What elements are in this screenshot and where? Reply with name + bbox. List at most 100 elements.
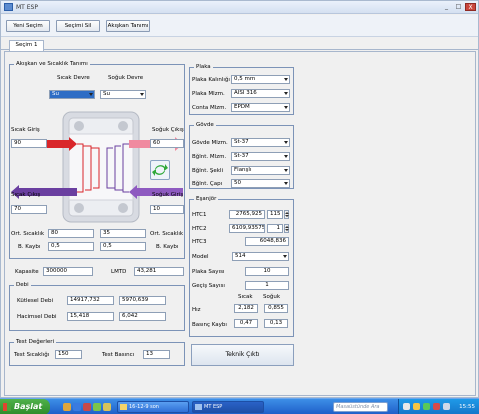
htc1-spinner[interactable] (284, 210, 289, 219)
velocity-cold-field: 0,855 (264, 304, 288, 313)
pressure-drop-cold-field: 0,13 (264, 319, 288, 328)
connection-material-select[interactable]: St-37 (231, 152, 290, 161)
pressure-loss-hot-field[interactable]: 0,5 (48, 242, 94, 251)
main-window: MT ESP _ □ X Yeni Seçim Seçimi Sil Akışk… (0, 0, 479, 398)
avg-hot-field: 80 (48, 229, 94, 238)
htc2-spinner[interactable] (284, 224, 289, 233)
connection-material-value: St-37 (234, 153, 249, 159)
body-material-label: Gövde Mlzm. (192, 140, 228, 146)
mass-flow-label: Kütlesel Debi (17, 298, 54, 304)
quicklaunch-media-icon[interactable] (83, 403, 91, 411)
quicklaunch-explorer-icon[interactable] (103, 403, 111, 411)
tray-network-icon[interactable] (403, 403, 410, 410)
mass-flow-cold-field: 5970,639 (119, 296, 166, 305)
taskbar-item-folder[interactable]: 16-12-9 son (117, 401, 189, 413)
chevron-down-icon (284, 182, 288, 185)
test-pressure-field[interactable]: 13 (143, 350, 170, 359)
hot-outlet-label: Sıcak Çıkış (11, 192, 41, 198)
connection-diameter-select[interactable]: 50 (231, 179, 290, 188)
hot-inlet-field[interactable]: 90 (11, 139, 47, 148)
port-bottom-right (118, 203, 128, 213)
gasket-material-select[interactable]: EPDM (231, 103, 290, 112)
exchanger-group-title: Eşanjör (194, 195, 219, 203)
capacity-label: Kapasite (15, 269, 39, 275)
hot-circuit-label: Sıcak Devre (57, 75, 90, 81)
swap-button[interactable] (150, 160, 170, 180)
quicklaunch-firefox-icon[interactable] (63, 403, 71, 411)
connection-type-select[interactable]: Flanşlı (231, 166, 290, 175)
chevron-down-icon (284, 155, 288, 158)
htc3-field: 6048,836 (245, 237, 289, 246)
fluid-definition-button[interactable]: Akışkan Tanımı (106, 20, 150, 32)
connection-type-value: Flanşlı (234, 167, 252, 173)
tray-antivirus-icon[interactable] (423, 403, 430, 410)
app-window-icon (195, 404, 202, 410)
tab-selection-1[interactable]: Seçim 1 (9, 40, 44, 51)
fluid-group-title: Akışkan ve Sıcaklık Tanımı (14, 60, 90, 68)
tray-volume-icon[interactable] (443, 403, 450, 410)
desktop-search-input[interactable]: Masaüstünde Ara (333, 402, 388, 412)
plate-thickness-value: 0,5 mm (234, 76, 256, 82)
cold-outlet-label: Soğuk Çıkış (152, 127, 184, 133)
hot-outlet-field[interactable]: 70 (11, 205, 47, 214)
tray-shield-icon[interactable] (413, 403, 420, 410)
quicklaunch-ie-icon[interactable] (73, 403, 81, 411)
start-button[interactable]: Başlat (0, 399, 50, 414)
test-temp-field[interactable]: 150 (55, 350, 82, 359)
plate-material-value: AISI 316 (234, 90, 257, 96)
cold-inlet-label: Soğuk Giriş (152, 192, 184, 198)
flow-group: Debi (9, 281, 185, 331)
cold-inlet-field[interactable]: 10 (150, 205, 184, 214)
body-material-select[interactable]: St-37 (231, 138, 290, 147)
chevron-down-icon (284, 92, 288, 95)
chevron-down-icon (284, 78, 288, 81)
capacity-field[interactable]: 300000 (43, 267, 93, 276)
new-selection-button[interactable]: Yeni Seçim (6, 20, 50, 32)
pressure-drop-hot-field: 0,47 (234, 319, 258, 328)
quicklaunch-desktop-icon[interactable] (93, 403, 101, 411)
tray-alert-icon[interactable] (433, 403, 440, 410)
plate-material-select[interactable]: AISI 316 (231, 89, 290, 98)
plate-thickness-select[interactable]: 0,5 mm (231, 75, 290, 84)
hot-fluid-value: Su (52, 91, 59, 97)
title-bar: MT ESP _ □ X (1, 1, 478, 14)
hot-fluid-select[interactable]: Su (49, 90, 95, 99)
test-pressure-label: Test Basıncı (102, 352, 135, 358)
plate-thickness-label: Plaka Kalınlığı (192, 77, 230, 83)
model-select[interactable]: 514 (232, 252, 289, 261)
plate-count-field[interactable]: 10 (245, 267, 289, 276)
hot-column-label: Sıcak (238, 294, 253, 300)
model-value: 514 (235, 253, 246, 259)
hot-inlet-label: Sıcak Giriş (11, 127, 40, 133)
htc1-percent-field[interactable]: 115 (267, 210, 283, 219)
volume-flow-label: Hacimsel Debi (17, 314, 57, 320)
cold-fluid-select[interactable]: Su (100, 90, 146, 99)
maximize-button[interactable]: □ (453, 3, 464, 11)
delete-selection-button[interactable]: Seçimi Sil (56, 20, 100, 32)
pressure-loss-label: B. Kaybı (18, 244, 41, 250)
avg-temp-label-right: Ort. Sıcaklık (150, 231, 184, 237)
flow-group-title: Debi (14, 281, 31, 289)
lmtd-label: LMTD (111, 269, 127, 275)
cold-outlet-field[interactable]: 60 (150, 139, 184, 148)
chevron-down-icon (140, 93, 144, 96)
velocity-label: Hız (192, 307, 201, 313)
taskbar-item-folder-label: 16-12-9 son (129, 404, 159, 410)
pressure-loss-cold-field[interactable]: 0,5 (100, 242, 146, 251)
pass-count-field[interactable]: 1 (245, 281, 289, 290)
swap-arrows-icon (152, 164, 168, 176)
chevron-down-icon (283, 255, 287, 258)
gasket-material-value: EPDM (234, 104, 250, 110)
connection-diameter-label: Bğlnt. Çapı (192, 181, 223, 187)
minimize-button[interactable]: _ (441, 3, 452, 11)
technical-output-button[interactable]: Teknik Çıktı (191, 344, 294, 366)
taskbar-item-mt-esp-label: MT ESP (204, 404, 223, 410)
htc1-label: HTC1 (192, 212, 207, 218)
taskbar-item-mt-esp[interactable]: MT ESP (192, 401, 264, 413)
htc2-percent-field[interactable]: 1 (267, 224, 283, 233)
port-top-right (118, 121, 128, 131)
avg-temp-label: Ort. Sıcaklık (11, 231, 45, 237)
pressure-loss-label-right: B. Kaybı (156, 244, 179, 250)
cold-column-label: Soğuk (263, 294, 281, 300)
close-button[interactable]: X (465, 3, 476, 11)
